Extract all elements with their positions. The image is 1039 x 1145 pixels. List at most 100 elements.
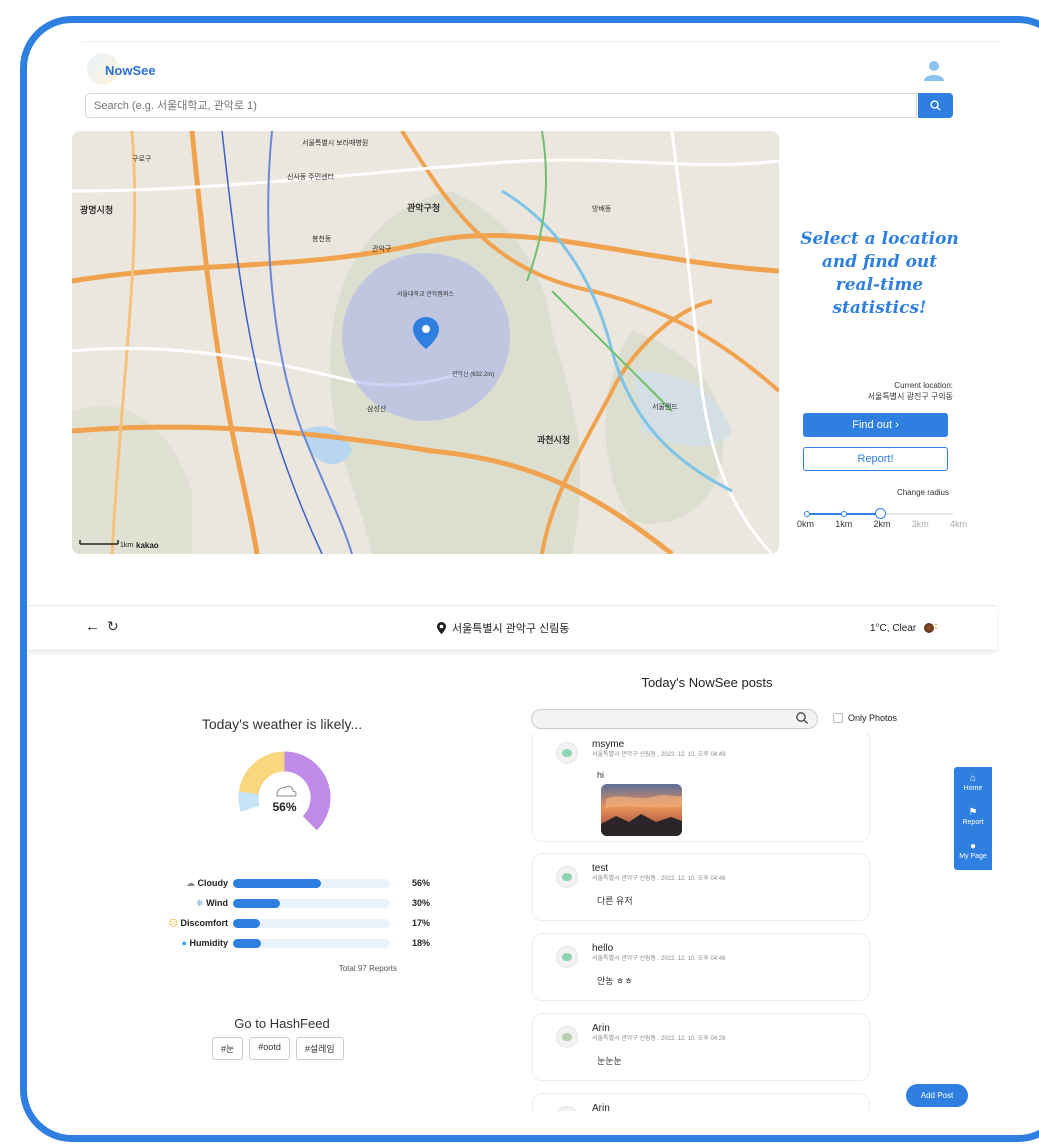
weather-bar-row: ☁ Cloudy 56% [137,873,437,893]
radius-tick[interactable]: 0km [797,519,814,529]
map-label: 서울특별시 보라매병원 [302,138,368,147]
bar-percent: 17% [411,918,430,928]
search-button[interactable] [918,93,953,118]
droplet-icon: ● [181,938,187,948]
avatar[interactable] [556,742,578,764]
bar-fill [233,898,281,908]
wind-icon: ❄ [196,897,204,908]
bar-track [233,898,390,908]
radius-tick[interactable]: 2km [873,519,890,529]
back-arrow-icon[interactable]: ← [85,618,100,635]
find-out-button[interactable]: Find out › [803,413,948,437]
radius-tick[interactable]: 1km [835,519,852,529]
post-body: 안농 ㅎㅎ [597,976,633,986]
bar-label: ❄ Wind [196,897,228,908]
map-label: 신사동 주민센터 [287,172,334,181]
post-image[interactable] [601,784,682,836]
posts-title: Today's NowSee posts [641,675,773,690]
post-card[interactable]: hello 서울특별시 관악구 신림동 , 2022. 12. 10. 오후 0… [532,933,870,1001]
weather-title: Today's weather is likely... [201,716,363,732]
radius-slider-thumb[interactable] [875,508,886,519]
map[interactable]: 1km kakao 서울특별시 보라매병원 신사동 주민센터 관악구청 서울대학… [72,131,779,554]
search-input[interactable] [85,93,917,118]
avatar[interactable] [556,946,578,968]
weather-bars: ☁ Cloudy 56% ❄ Wind 30% ☹ Discomfort 17%… [137,873,437,953]
location-name: 서울특별시 관악구 신림동 [452,623,570,635]
post-meta: 서울특별시 관악구 신림동 , 2022. 12. 10. 오후 04:29 [592,1036,726,1042]
nav-item-home[interactable]: ⌂ Home [954,773,992,792]
map-label: 관악구청 [407,202,440,213]
app-frame: NowSee Search (e.g. 서울대학교, 관악로 1) 1km ka… [20,16,1039,1142]
radius-slider[interactable] [804,508,953,519]
radius-dot[interactable] [804,511,810,517]
search-icon[interactable] [795,711,809,725]
post-author: Arin [592,1103,610,1111]
hashtag-button[interactable]: #설레임 [295,1037,344,1060]
radius-ticks: 0km 1km 2km 3km 4km [797,519,967,529]
only-photos-checkbox[interactable]: Only Photos [833,713,897,723]
refresh-icon[interactable]: ↻ [107,618,119,635]
nav-item-report[interactable]: ⚑ Report [954,807,992,826]
post-card[interactable]: Arin 서울특별시 관악구 신림동 , 2022. 12. 10. 오후 04… [532,1013,870,1081]
total-reports: Total 97 Reports [338,964,397,973]
avatar[interactable] [556,1026,578,1048]
bar-label: ● Humidity [181,938,228,948]
post-meta: 서울특별시 관악구 신림동 , 2022. 12. 10. 오후 04:49 [592,752,726,758]
avatar[interactable] [556,866,578,888]
map-label: 서울랜드 [652,402,678,411]
hashtag-button[interactable]: #ootd [249,1037,290,1060]
post-card[interactable]: Arin [532,1093,870,1111]
posts-list[interactable]: msyme 서울특별시 관악구 신림동 , 2022. 12. 10. 오후 0… [532,733,872,1111]
weather-bar-row: ❄ Wind 30% [137,893,437,913]
bar-percent: 30% [411,898,430,908]
avatar[interactable] [556,1106,578,1111]
radius-tick[interactable]: 4km [950,519,967,529]
post-card[interactable]: msyme 서울특별시 관악구 신림동 , 2022. 12. 10. 오후 0… [532,733,870,842]
hashtag-button[interactable]: #눈 [212,1037,244,1060]
current-location: Current location: 서울특별시 광진구 구의동 [787,380,953,402]
map-label: 방배동 [592,204,612,213]
nav-item-my-page[interactable]: ● My Page [954,841,992,860]
bar-percent: 56% [411,878,430,888]
change-radius-label: Change radius [896,488,949,497]
face-icon: ☹ [168,917,178,928]
post-body: hi [597,770,605,780]
add-post-button[interactable]: Add Post [906,1084,968,1107]
search-icon [930,100,941,111]
radius-dot[interactable] [841,511,847,517]
map-label: 삼성산 [367,404,387,413]
map-label: 봉천동 [312,234,332,243]
logo[interactable]: NowSee [87,53,157,89]
bar-fill [233,878,321,888]
hashfeed-tags: #눈 #ootd #설레임 [212,1037,344,1060]
promo-text: Select a location and find out real-time… [800,229,959,318]
donut-center-value: 56% [272,800,296,814]
location-bar: ← ↻ 서울특별시 관악구 신림동 1°C, Clear [27,606,997,649]
current-location-label: Current location: [894,381,953,390]
cloud-icon: ☁ [185,877,195,888]
person-icon: ● [969,841,977,852]
report-button[interactable]: Report! [803,447,948,471]
map-label: 과천시청 [537,434,570,445]
post-meta: 서울특별시 관악구 신림동 , 2022. 12. 10. 오후 04:48 [592,876,726,882]
bar-fill [233,918,260,928]
side-navigation: ⌂ Home ⚑ Report ● My Page [954,767,992,870]
checkbox-box[interactable] [833,713,843,723]
weather-bar-row: ☹ Discomfort 17% [137,913,437,933]
post-card[interactable]: test 서울특별시 관악구 신림동 , 2022. 12. 10. 오후 04… [532,853,870,921]
map-label: 광명시청 [80,204,113,215]
bar-percent: 18% [411,938,430,948]
weather-bar-row: ● Humidity 18% [137,933,437,953]
post-body: 다른 유저 [597,896,633,906]
map-label: 구로구 [132,155,152,163]
bar-fill [233,938,262,948]
posts-search-input[interactable] [531,709,818,729]
radius-tick[interactable]: 3km [912,519,929,529]
home-icon: ⌂ [969,773,977,784]
bar-track [233,878,390,888]
user-profile-icon[interactable] [922,59,946,83]
top-divider [82,41,1002,42]
bar-track [233,918,390,928]
map-label: 관악산 (632.2m) [452,370,494,378]
location-pin-icon [437,622,446,634]
